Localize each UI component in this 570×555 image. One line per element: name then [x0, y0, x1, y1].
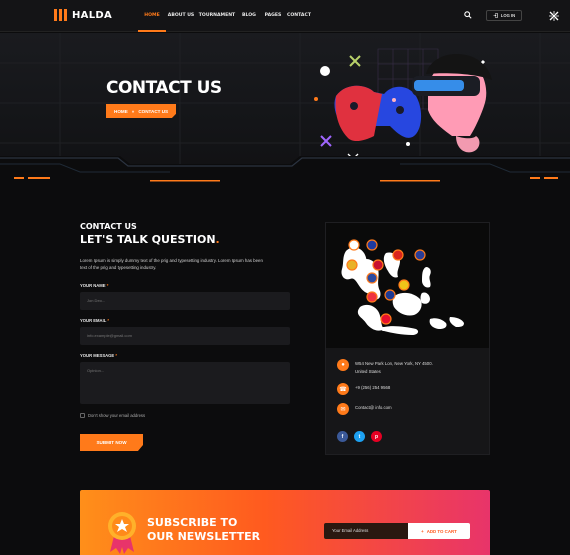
search-icon[interactable]	[464, 11, 472, 19]
hide-email-label: Don't show your email address	[88, 413, 146, 418]
email-input[interactable]: info.example@gmail.com	[80, 327, 290, 345]
name-label-text: YOUR NAME	[80, 283, 106, 288]
message-label-text: YOUR MESSAGE	[80, 353, 115, 358]
pinterest-icon[interactable]: p	[371, 431, 382, 442]
name-input[interactable]: Jon Deo...	[80, 292, 290, 310]
email-label: YOUR EMAIL *	[80, 318, 109, 323]
newsletter-email-input[interactable]: Your Email Address	[324, 523, 408, 539]
phone-text[interactable]: +9 (256) 254 9568	[355, 383, 390, 392]
message-label: YOUR MESSAGE *	[80, 353, 117, 358]
name-required-mark: *	[106, 283, 109, 288]
contact-description: Lorem Ipsum is simply dummy text of the …	[80, 258, 263, 270]
phone-icon: ☎	[337, 383, 349, 395]
address-text: W54 New Park Lon, New York, NY 4500. Uni…	[355, 359, 433, 376]
breadcrumb-current: CONTACT US	[138, 108, 169, 114]
email-text[interactable]: Contact@ info.com	[355, 403, 392, 412]
phone-row: ☎ +9 (256) 254 9568	[337, 383, 390, 395]
nav-item-home[interactable]: HOME	[138, 0, 166, 32]
nav-item-contact[interactable]: CONTACT	[286, 0, 312, 32]
logo-text: HALDA	[72, 9, 113, 21]
hide-email-checkbox[interactable]	[80, 413, 85, 418]
login-icon	[493, 13, 498, 18]
address-line-1: W54 New Park Lon, New York, NY 4500.	[355, 361, 433, 366]
breadcrumb-separator: »	[131, 108, 135, 114]
login-label: LOG IN	[500, 13, 516, 18]
logo-mark-icon	[54, 9, 68, 21]
address-row: ● W54 New Park Lon, New York, NY 4500. U…	[337, 359, 433, 376]
hero-bottom-frame	[0, 156, 570, 186]
message-required-mark: *	[115, 353, 118, 358]
menu-icon[interactable]	[548, 10, 560, 22]
submit-button[interactable]: SUBMIT NOW	[80, 434, 143, 451]
main-nav: HOME ABOUT US TOURNAMENT BLOG PAGES CONT…	[138, 0, 312, 32]
add-to-cart-label: ADD TO CART	[426, 528, 457, 534]
nav-item-about[interactable]: ABOUT US	[166, 0, 196, 32]
contact-heading-dot: .	[215, 233, 220, 246]
facebook-icon[interactable]: f	[337, 431, 348, 442]
mail-icon: ✉	[337, 403, 349, 415]
newsletter-title: SUBSCRIBE TO OUR NEWSLETTER	[147, 516, 261, 543]
twitter-icon[interactable]: t	[354, 431, 365, 442]
award-badge-icon	[108, 512, 136, 554]
nav-item-pages[interactable]: PAGES	[260, 0, 286, 32]
contact-eyebrow: CONTACT US	[80, 222, 137, 231]
email-required-mark: *	[107, 318, 110, 323]
address-line-2: United States	[355, 369, 381, 374]
social-links: f t p	[337, 431, 382, 442]
location-icon: ●	[337, 359, 349, 371]
page-title: CONTACT US	[106, 78, 222, 98]
plus-icon: +	[421, 528, 424, 534]
email-label-text: YOUR EMAIL	[80, 318, 107, 323]
message-textarea[interactable]: Opinion...	[80, 362, 290, 404]
name-label: YOUR NAME *	[80, 283, 108, 288]
breadcrumb-home[interactable]: HOME	[114, 109, 128, 114]
hide-email-option: Don't show your email address	[80, 413, 145, 418]
southeast-asia-map[interactable]	[326, 223, 489, 348]
logo[interactable]: HALDA	[54, 9, 112, 21]
login-button[interactable]: LOG IN	[486, 10, 522, 21]
add-to-cart-button[interactable]: + ADD TO CART	[408, 523, 470, 539]
nav-item-tournament[interactable]: TOURNAMENT	[196, 0, 238, 32]
nav-item-blog[interactable]: BLOG	[238, 0, 260, 32]
site-header: HALDA HOME ABOUT US TOURNAMENT BLOG PAGE…	[0, 0, 570, 32]
breadcrumb: HOME » CONTACT US	[106, 104, 177, 118]
contact-heading-text: LET'S TALK QUESTION	[80, 233, 216, 246]
page: HALDA HOME ABOUT US TOURNAMENT BLOG PAGE…	[0, 0, 570, 555]
email-row: ✉ Contact@ info.com	[337, 403, 392, 415]
contact-heading: LET'S TALK QUESTION.	[80, 233, 220, 246]
